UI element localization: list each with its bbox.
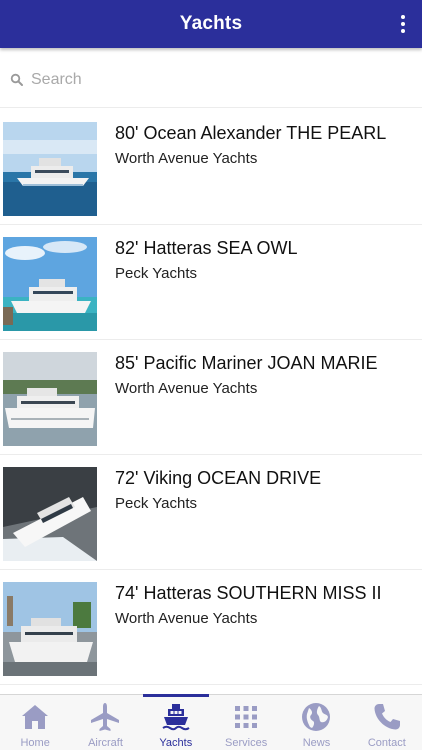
- yacht-photo: [3, 237, 97, 331]
- yacht-photo: [3, 467, 97, 561]
- yacht-photo: [3, 352, 97, 446]
- grid-icon: [235, 706, 258, 728]
- tab-label: News: [302, 737, 331, 749]
- tab-label: Yachts: [159, 737, 193, 749]
- yacht-photo: [3, 122, 97, 216]
- yacht-photo: [3, 582, 97, 676]
- list-item[interactable]: 85' Pacific Mariner JOAN MARIE Worth Ave…: [0, 340, 422, 455]
- yacht-title: 85' Pacific Mariner JOAN MARIE: [115, 353, 378, 373]
- search-icon: [10, 73, 23, 86]
- list-item[interactable]: 80' Ocean Alexander THE PEARL Worth Aven…: [0, 110, 422, 225]
- yacht-broker: Peck Yachts: [115, 495, 197, 512]
- list-item[interactable]: 82' Hatteras SEA OWL Peck Yachts: [0, 225, 422, 340]
- yacht-title: 72' Viking OCEAN DRIVE: [115, 468, 322, 488]
- tab-aircraft[interactable]: Aircraft: [70, 695, 140, 750]
- search-bar: [0, 52, 422, 108]
- yacht-broker: Worth Avenue Yachts: [115, 380, 258, 397]
- tab-yachts[interactable]: Yachts: [141, 694, 211, 750]
- more-options-icon: [401, 15, 405, 19]
- page-title: Yachts: [179, 13, 243, 34]
- phone-icon: [374, 704, 400, 730]
- tab-label: Contact: [367, 737, 406, 749]
- ship-icon: [162, 704, 190, 731]
- yacht-broker: Peck Yachts: [115, 265, 197, 282]
- tab-home[interactable]: Home: [0, 695, 70, 750]
- yacht-broker: Worth Avenue Yachts: [115, 150, 258, 167]
- yacht-list: 80' Ocean Alexander THE PEARL Worth Aven…: [0, 110, 422, 685]
- home-icon: [22, 705, 49, 729]
- tab-label: Services: [225, 737, 268, 749]
- globe-icon: [302, 703, 331, 731]
- yacht-title: 80' Ocean Alexander THE PEARL: [115, 123, 387, 143]
- app-header: Yachts: [0, 0, 422, 48]
- list-item[interactable]: 72' Viking OCEAN DRIVE Peck Yachts: [0, 455, 422, 570]
- yacht-broker: Worth Avenue Yachts: [115, 610, 258, 627]
- more-options-button[interactable]: [396, 10, 410, 38]
- search-input[interactable]: [31, 70, 391, 89]
- yacht-title: 82' Hatteras SEA OWL: [115, 238, 298, 258]
- yacht-title: 74' Hatteras SOUTHERN MISS II: [115, 583, 382, 603]
- tab-contact[interactable]: Contact: [352, 695, 422, 750]
- bottom-tab-bar: Home Aircraft Yachts Services News Conta…: [0, 694, 422, 750]
- tab-label: Aircraft: [88, 737, 123, 749]
- tab-services[interactable]: Services: [211, 695, 281, 750]
- airplane-icon: [91, 703, 120, 731]
- tab-label: Home: [20, 737, 50, 749]
- tab-news[interactable]: News: [281, 695, 351, 750]
- list-item[interactable]: 74' Hatteras SOUTHERN MISS II Worth Aven…: [0, 570, 422, 685]
